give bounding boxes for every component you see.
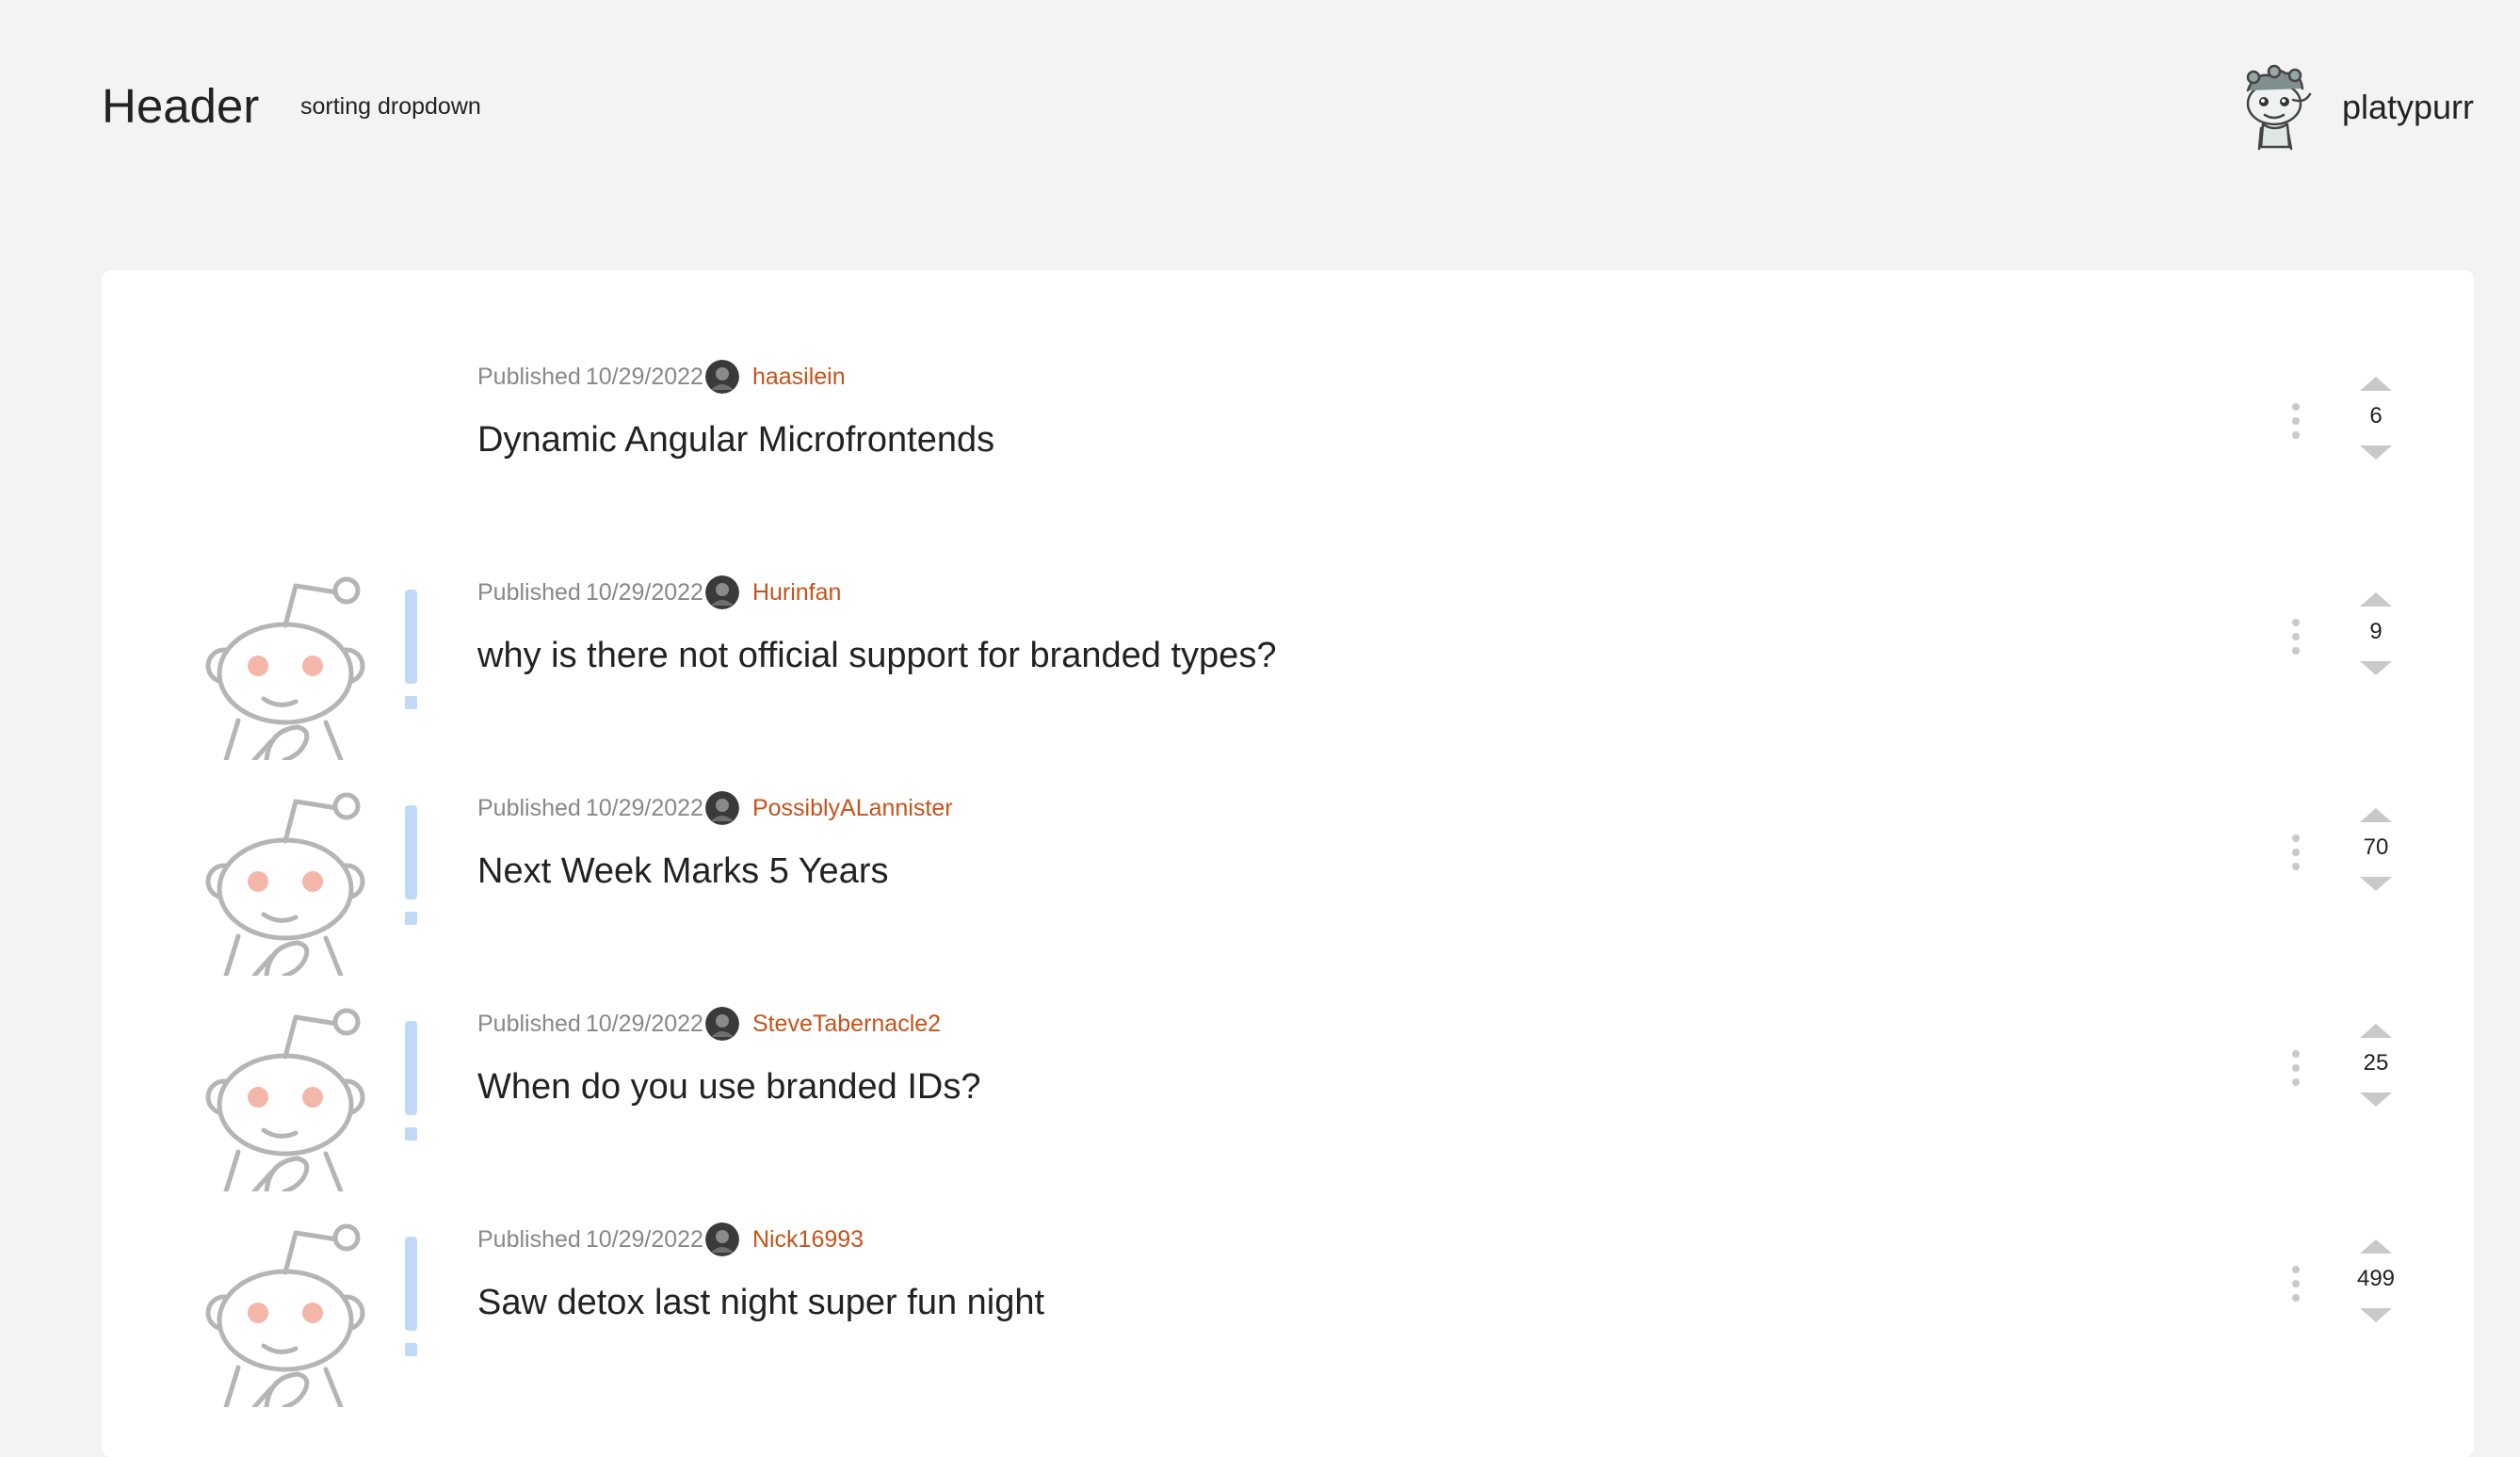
post-thumbnail-icon[interactable]: [186, 1003, 441, 1191]
upvote-icon[interactable]: [2360, 808, 2392, 822]
vote-score: 9: [2369, 619, 2383, 644]
username[interactable]: platypurr: [2342, 84, 2474, 131]
vote-widget: 70: [2334, 808, 2418, 912]
publish-date: 10/29/2022: [585, 1225, 703, 1253]
published-label: Published: [477, 578, 581, 606]
more-options-icon[interactable]: [2285, 400, 2307, 447]
post-item[interactable]: Published 10/29/2022 Hurinfan why is the…: [102, 572, 2474, 787]
downvote-icon[interactable]: [2360, 877, 2392, 891]
post-title[interactable]: Dynamic Angular Microfrontends: [477, 414, 994, 465]
vote-score: 6: [2369, 403, 2383, 429]
downvote-icon[interactable]: [2360, 1308, 2392, 1322]
post-title[interactable]: Next Week Marks 5 Years: [477, 846, 888, 897]
upvote-icon[interactable]: [2360, 1239, 2392, 1254]
vote-widget: 499: [2334, 1239, 2418, 1343]
post-meta: Published 10/29/2022 PossiblyALannister: [477, 787, 953, 829]
author-link[interactable]: SteveTabernacle2: [752, 1011, 941, 1038]
upvote-icon[interactable]: [2360, 1024, 2392, 1038]
more-options-icon[interactable]: [2285, 616, 2307, 663]
vote-score: 70: [2363, 834, 2389, 860]
post-title[interactable]: Saw detox last night super fun night: [477, 1277, 1044, 1328]
post-title[interactable]: When do you use branded IDs?: [477, 1061, 980, 1112]
upvote-icon[interactable]: [2360, 592, 2392, 607]
downvote-icon[interactable]: [2360, 1093, 2392, 1107]
author-avatar-icon: [704, 1007, 739, 1041]
post-thumbnail-icon[interactable]: [186, 572, 441, 760]
author-avatar-icon: [704, 575, 739, 609]
user-menu[interactable]: platypurr: [2235, 60, 2474, 154]
downvote-icon[interactable]: [2360, 445, 2392, 460]
sorting-dropdown[interactable]: sorting dropdown: [300, 90, 481, 122]
published-label: Published: [477, 794, 581, 821]
more-options-icon[interactable]: [2285, 1263, 2307, 1310]
publish-date: 10/29/2022: [585, 578, 703, 606]
vote-widget: 6: [2334, 377, 2418, 480]
post-item[interactable]: Published 10/29/2022 haasilein Dynamic A…: [102, 356, 2474, 572]
vote-widget: 9: [2334, 592, 2418, 696]
publish-date: 10/29/2022: [585, 794, 703, 821]
vote-score: 499: [2356, 1266, 2396, 1291]
publish-date: 10/29/2022: [585, 1010, 703, 1037]
post-thumbnail-icon[interactable]: [186, 787, 441, 976]
author-avatar-icon: [704, 360, 739, 394]
post-title[interactable]: why is there not official support for br…: [477, 630, 1276, 681]
published-label: Published: [477, 1010, 581, 1037]
vote-widget: 25: [2334, 1024, 2418, 1127]
more-options-icon[interactable]: [2285, 1047, 2307, 1094]
author-link[interactable]: Nick16993: [752, 1226, 864, 1254]
vote-score: 25: [2363, 1050, 2389, 1076]
publish-date: 10/29/2022: [585, 363, 703, 390]
published-label: Published: [477, 1225, 581, 1253]
more-options-icon[interactable]: [2285, 832, 2307, 879]
post-thumbnail-icon[interactable]: [186, 1219, 441, 1407]
post-meta: Published 10/29/2022 SteveTabernacle2: [477, 1003, 941, 1044]
post-item[interactable]: Published 10/29/2022 PossiblyALannister …: [102, 787, 2474, 1003]
post-meta: Published 10/29/2022 Hurinfan: [477, 572, 841, 613]
post-list: Published 10/29/2022 haasilein Dynamic A…: [102, 270, 2474, 1457]
page-title: Header: [102, 79, 260, 133]
user-avatar[interactable]: [2235, 62, 2314, 153]
published-label: Published: [477, 363, 581, 390]
author-link[interactable]: Hurinfan: [752, 579, 842, 607]
post-item[interactable]: Published 10/29/2022 SteveTabernacle2 Wh…: [102, 1003, 2474, 1219]
author-avatar-icon: [704, 791, 739, 825]
app-header: Header sorting dropdown platypurr: [0, 0, 2520, 217]
upvote-icon[interactable]: [2360, 377, 2392, 391]
author-link[interactable]: PossiblyALannister: [752, 795, 953, 822]
author-avatar-icon: [704, 1222, 739, 1256]
post-meta: Published 10/29/2022 haasilein: [477, 356, 846, 397]
downvote-icon[interactable]: [2360, 661, 2392, 675]
author-link[interactable]: haasilein: [752, 364, 846, 391]
post-meta: Published 10/29/2022 Nick16993: [477, 1219, 864, 1260]
post-item[interactable]: Published 10/29/2022 Nick16993 Saw detox…: [102, 1219, 2474, 1434]
